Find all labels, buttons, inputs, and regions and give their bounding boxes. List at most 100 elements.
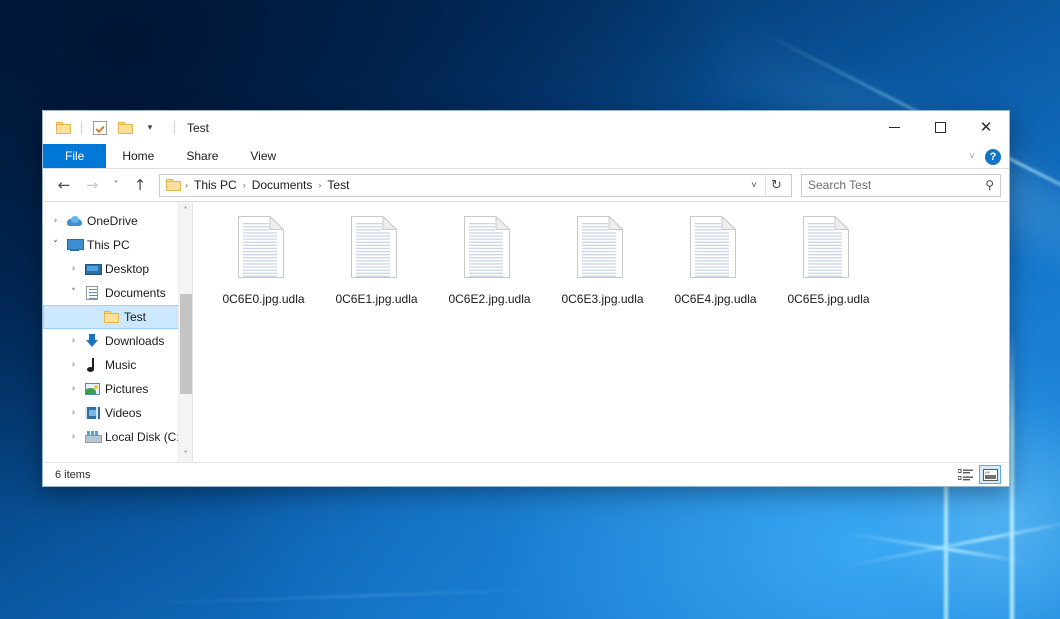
details-view-button[interactable] [954,465,976,484]
chevron-down-icon[interactable]: ˅ [65,288,82,298]
sidebar-item-onedrive[interactable]: ›OneDrive [43,209,192,233]
chevron-right-icon[interactable]: › [65,432,82,442]
breadcrumb-item-test[interactable]: Test [322,178,354,192]
wallpaper-light-beam [120,589,540,606]
tab-view[interactable]: View [234,144,292,168]
generic-file-icon [464,216,516,284]
chevron-right-icon[interactable]: › [65,360,82,370]
tab-share[interactable]: Share [170,144,234,168]
sidebar-item-label: Downloads [105,334,164,348]
title-bar: ▾ Test ✕ [43,111,1009,144]
maximize-button[interactable] [917,111,963,144]
address-dropdown-button[interactable]: ˅ [743,174,765,197]
sidebar-item-music[interactable]: ›Music [43,353,192,377]
view-buttons [954,465,1001,484]
sidebar-item-downloads[interactable]: › Downloads [43,329,192,353]
toolbar-divider [81,121,82,134]
file-list-pane[interactable]: 0C6E0.jpg.udla 0C6E1.jpg.udla0C6E2.jpg.ud… [193,202,1009,462]
recent-locations-button[interactable]: ˅ [107,172,125,198]
sidebar-item-local-disk-c[interactable]: › Local Disk (C:) [43,425,192,449]
search-input[interactable]: Search Test ⚲ [801,174,1001,197]
sidebar-item-label: Local Disk (C:) [105,430,184,444]
qat-folder-button[interactable] [53,118,73,138]
file-item[interactable]: 0C6E2.jpg.udla [433,214,546,306]
window-title: Test [187,121,209,135]
qat-customize-button[interactable]: ▾ [140,118,160,138]
download-icon [82,334,102,348]
file-name-label: 0C6E0.jpg.udla [222,292,304,306]
sidebar-scrollbar[interactable]: ˄ ˅ [178,202,192,462]
file-item[interactable]: 0C6E3.jpg.udla [546,214,659,306]
sidebar-item-documents[interactable]: ˅ Documents [43,281,192,305]
file-item[interactable]: 0C6E0.jpg.udla [207,214,320,306]
file-grid: 0C6E0.jpg.udla 0C6E1.jpg.udla0C6E2.jpg.ud… [207,214,1009,306]
scrollbar-thumb[interactable] [180,294,192,394]
refresh-button[interactable]: ↻ [765,174,787,197]
chevron-down-icon[interactable]: ˅ [969,151,975,162]
chevron-right-icon[interactable]: › [65,336,82,346]
generic-file-icon [803,216,855,284]
sidebar-item-label: Documents [105,286,166,300]
chevron-right-icon[interactable]: › [65,408,82,418]
disk-icon [82,431,102,443]
address-bar[interactable]: › This PC › Documents › Test ˅ ↻ [159,174,792,197]
generic-file-icon [690,216,742,284]
tab-home[interactable]: Home [106,144,170,168]
properties-icon [93,121,107,135]
generic-file-icon [577,216,629,284]
sidebar-item-desktop[interactable]: ›Desktop [43,257,192,281]
documents-icon [82,286,102,300]
sidebar-item-label: Videos [105,406,141,420]
ribbon-right-controls: ˅ ? [969,144,1001,169]
close-button[interactable]: ✕ [963,111,1009,144]
chevron-right-icon[interactable]: › [47,216,64,226]
desktop-background: ▾ Test ✕ File Home Share Vie [0,0,1060,619]
pc-icon [64,239,84,251]
back-button[interactable]: ← [51,172,77,198]
new-folder-icon [118,122,133,134]
navigation-pane: ›OneDrive ˅ This PC ›Desktop ˅ Documents Test ›… [43,202,193,462]
generic-file-icon [238,216,290,284]
breadcrumb-item-this-pc[interactable]: This PC [189,178,242,192]
help-button[interactable]: ? [985,149,1001,165]
qat-properties-button[interactable] [90,118,110,138]
onedrive-icon [64,216,84,226]
sidebar-item-this-pc[interactable]: ˅ This PC [43,233,192,257]
status-bar: 6 items [43,462,1009,486]
search-icon[interactable]: ⚲ [985,178,994,192]
minimize-button[interactable] [871,111,917,144]
breadcrumb-item-documents[interactable]: Documents [247,178,318,192]
scroll-down-button[interactable]: ˅ [179,446,193,462]
large-icons-view-button[interactable] [979,465,1001,484]
qat-new-folder-button[interactable] [115,118,135,138]
large-icons-view-icon [983,469,998,481]
sidebar-item-videos[interactable]: › Videos [43,401,192,425]
window-controls: ✕ [871,111,1009,144]
scroll-up-button[interactable]: ˄ [179,202,193,218]
sidebar-item-label: Test [124,310,146,324]
sidebar-item-label: Pictures [105,382,148,396]
chevron-down-icon[interactable]: ˅ [47,240,64,250]
tab-file[interactable]: File [43,144,106,168]
desktop-icon [82,263,102,275]
videos-icon [82,407,102,419]
up-button[interactable]: ↑ [127,172,153,198]
window-body: ›OneDrive ˅ This PC ›Desktop ˅ Documents Test ›… [43,201,1009,462]
sidebar-item-label: This PC [87,238,130,252]
forward-button[interactable]: → [79,172,105,198]
folder-tree: ›OneDrive ˅ This PC ›Desktop ˅ Documents Test ›… [43,209,192,449]
sidebar-item-pictures[interactable]: › Pictures [43,377,192,401]
quick-access-toolbar: ▾ [43,118,178,138]
folder-icon [101,311,121,323]
chevron-right-icon[interactable]: › [65,384,82,394]
search-placeholder: Search Test [808,178,985,192]
file-item[interactable]: 0C6E4.jpg.udla [659,214,772,306]
wallpaper-light-beam [847,532,1025,563]
file-item[interactable]: 0C6E5.jpg.udla [772,214,885,306]
ribbon-tab-bar: File Home Share View ˅ ? [43,144,1009,169]
chevron-right-icon[interactable]: › [65,264,82,274]
address-toolbar: ← → ˅ ↑ › This PC › Documents › Test ˅ ↻… [43,169,1009,201]
sidebar-item-test[interactable]: Test [43,305,192,329]
file-item[interactable]: 0C6E1.jpg.udla [320,214,433,306]
breadcrumb: › This PC › Documents › Test [184,178,743,192]
